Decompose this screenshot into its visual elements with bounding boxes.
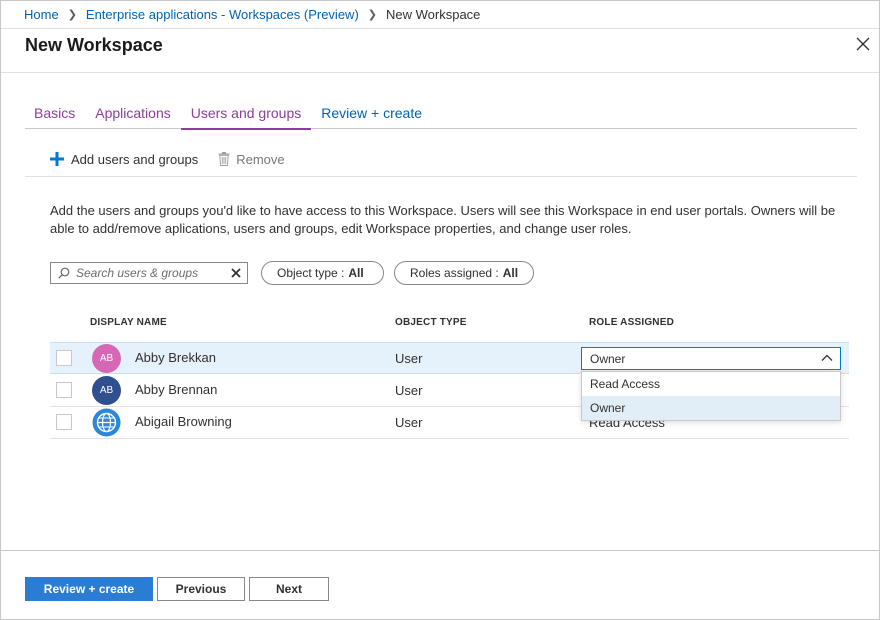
role-dropdown-list: Read Access Owner bbox=[581, 371, 841, 421]
object-type: User bbox=[395, 415, 423, 430]
column-header-role-assigned[interactable]: ROLE ASSIGNED bbox=[589, 317, 674, 328]
breadcrumb-enterprise-apps[interactable]: Enterprise applications - Workspaces (Pr… bbox=[86, 7, 359, 22]
display-name: Abby Brennan bbox=[135, 382, 218, 397]
previous-button[interactable]: Previous bbox=[157, 577, 245, 601]
row-checkbox[interactable] bbox=[56, 350, 72, 366]
object-type: User bbox=[395, 383, 423, 398]
display-name: Abigail Browning bbox=[135, 414, 232, 429]
remove-button[interactable]: Remove bbox=[218, 145, 285, 173]
tab-review-create[interactable]: Review + create bbox=[311, 101, 432, 128]
add-users-and-groups-button[interactable]: Add users and groups bbox=[25, 145, 198, 173]
column-header-display-name[interactable]: DISPLAY NAME bbox=[90, 317, 167, 328]
avatar bbox=[92, 408, 121, 437]
role-dropdown-value: Owner bbox=[590, 351, 626, 366]
tab-applications[interactable]: Applications bbox=[85, 101, 181, 128]
search-box[interactable] bbox=[50, 262, 248, 284]
tab-basics[interactable]: Basics bbox=[25, 101, 85, 128]
breadcrumb: Home ❯ Enterprise applications - Workspa… bbox=[1, 1, 879, 29]
column-header-object-type[interactable]: OBJECT TYPE bbox=[395, 317, 467, 328]
trash-icon bbox=[218, 152, 230, 166]
chevron-up-icon bbox=[821, 353, 833, 363]
role-option-owner[interactable]: Owner bbox=[582, 396, 840, 420]
object-type-filter-label: Object type : bbox=[277, 266, 345, 280]
roles-assigned-filter[interactable]: Roles assigned : All bbox=[394, 261, 534, 285]
breadcrumb-current: New Workspace bbox=[386, 7, 481, 22]
roles-assigned-filter-value: All bbox=[502, 266, 519, 280]
avatar: AB bbox=[92, 344, 121, 373]
command-bar: Add users and groups Remove bbox=[25, 145, 857, 177]
plus-icon bbox=[49, 151, 65, 167]
row-checkbox[interactable] bbox=[56, 414, 72, 430]
description-text: Add the users and groups you'd like to h… bbox=[50, 203, 836, 236]
add-users-and-groups-label: Add users and groups bbox=[71, 151, 199, 167]
display-name: Abby Brekkan bbox=[135, 350, 216, 365]
new-workspace-blade: Home ❯ Enterprise applications - Workspa… bbox=[0, 0, 880, 620]
page-title: New Workspace bbox=[25, 35, 163, 55]
breadcrumb-home[interactable]: Home bbox=[24, 7, 59, 22]
search-icon bbox=[58, 267, 70, 279]
close-icon bbox=[856, 37, 870, 51]
wizard-tabs: Basics Applications Users and groups Rev… bbox=[25, 101, 857, 130]
next-button[interactable]: Next bbox=[249, 577, 329, 601]
chevron-right-icon: ❯ bbox=[67, 9, 77, 21]
roles-assigned-filter-label: Roles assigned : bbox=[410, 266, 499, 280]
role-option-read-access[interactable]: Read Access bbox=[582, 372, 840, 396]
avatar: AB bbox=[92, 376, 121, 405]
review-create-button[interactable]: Review + create bbox=[25, 577, 153, 601]
object-type: User bbox=[395, 351, 423, 366]
object-type-filter[interactable]: Object type : All bbox=[261, 261, 384, 285]
search-input[interactable] bbox=[76, 266, 216, 280]
object-type-filter-value: All bbox=[348, 266, 364, 280]
globe-icon bbox=[92, 408, 121, 437]
tab-users-and-groups[interactable]: Users and groups bbox=[180, 101, 312, 130]
chevron-right-icon: ❯ bbox=[367, 9, 377, 21]
footer: Review + create Previous Next bbox=[1, 550, 879, 619]
title-bar: New Workspace bbox=[1, 29, 879, 73]
close-button[interactable] bbox=[853, 34, 873, 54]
clear-search-icon[interactable] bbox=[231, 268, 241, 278]
row-checkbox[interactable] bbox=[56, 382, 72, 398]
remove-label: Remove bbox=[236, 151, 285, 167]
role-dropdown[interactable]: Owner bbox=[581, 347, 841, 370]
